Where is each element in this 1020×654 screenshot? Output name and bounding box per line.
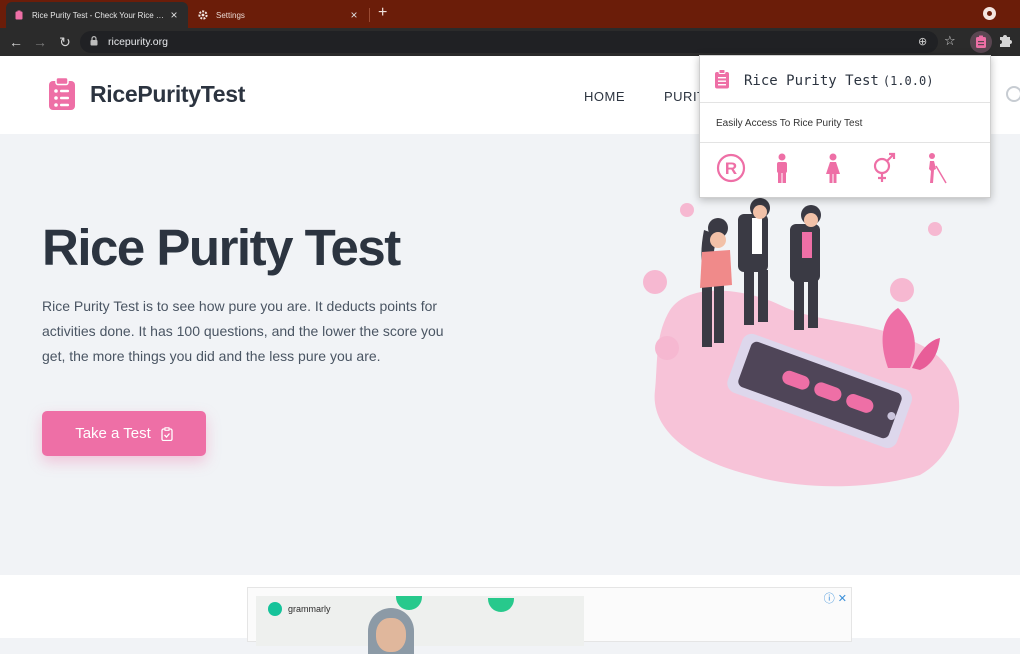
ad-decoration (396, 596, 422, 610)
clipboard-check-icon (161, 426, 173, 441)
nav-home-link[interactable]: HOME (584, 89, 625, 104)
close-icon[interactable]: × (348, 8, 360, 22)
take-test-label: Take a Test (75, 425, 151, 442)
extension-popup: Rice Purity Test (1.0.0) Easily Access To… (699, 55, 991, 198)
bookmark-star-icon[interactable]: ☆ (944, 33, 956, 49)
tab-settings[interactable]: Settings × (190, 2, 368, 28)
address-bar[interactable]: ricepurity.org ⊕ (80, 31, 938, 53)
clipboard-icon (715, 69, 729, 89)
hero-illustration (643, 198, 960, 487)
tab-title: Rice Purity Test - Check Your Rice Purit… (32, 10, 168, 20)
popup-title-text: Rice Purity Test (744, 73, 879, 89)
ad-choices-icon[interactable]: ⓘ ✕ (824, 590, 847, 606)
reload-icon[interactable]: ↻ (56, 33, 74, 51)
brand-name: RicePurityTest (90, 80, 246, 107)
search-icon[interactable] (1006, 86, 1020, 102)
tab-title: Settings (216, 10, 245, 20)
male-icon[interactable] (765, 150, 799, 186)
browser-tab-bar: Rice Purity Test - Check Your Rice Purit… (0, 0, 1020, 28)
site-logo[interactable]: RicePurityTest (48, 77, 245, 111)
hero-description: Rice Purity Test is to see how pure you … (42, 298, 444, 364)
clipboard-icon (49, 77, 75, 110)
popup-description: Easily Access To Rice Purity Test (716, 118, 863, 129)
clipboard-icon (14, 10, 24, 20)
profile-icon[interactable] (983, 7, 996, 20)
back-arrow-icon[interactable]: ← (7, 33, 25, 51)
clipboard-icon (976, 35, 986, 48)
advertisement[interactable]: grammarly ⓘ ✕ (247, 587, 852, 654)
url-text: ricepurity.org (108, 36, 168, 48)
hero-title: Rice Purity Test (42, 219, 401, 276)
take-test-button[interactable]: Take a Test (42, 411, 206, 456)
new-tab-icon[interactable]: + (378, 4, 387, 22)
popup-title: Rice Purity Test (1.0.0) (744, 73, 933, 89)
forward-arrow-icon[interactable]: → (31, 33, 49, 51)
female-icon[interactable] (816, 150, 850, 186)
lock-icon (90, 36, 98, 46)
close-icon[interactable]: × (168, 8, 180, 22)
zoom-icon[interactable]: ⊕ (918, 35, 927, 48)
extension-button[interactable] (970, 31, 992, 53)
ad-decoration (488, 598, 514, 612)
popup-version: (1.0.0) (882, 74, 934, 88)
browser-toolbar: ← → ↻ ricepurity.org ⊕ (0, 28, 1020, 56)
ad-person-face (376, 618, 406, 652)
popup-header: Rice Purity Test (1.0.0) (700, 56, 990, 103)
gear-icon (198, 10, 208, 20)
popup-icon-row: R (714, 150, 969, 186)
tab-rice-purity[interactable]: Rice Purity Test - Check Your Rice Purit… (6, 2, 188, 28)
grammarly-logo-icon (268, 602, 282, 616)
blind-person-icon[interactable] (918, 150, 952, 186)
gender-icon[interactable] (867, 150, 901, 186)
registered-icon[interactable]: R (714, 150, 748, 186)
tab-separator (369, 8, 370, 22)
svg-text:R: R (725, 159, 737, 178)
ad-brand: grammarly (288, 604, 331, 614)
extensions-puzzle-icon[interactable] (998, 33, 1012, 47)
popup-divider (700, 142, 990, 143)
